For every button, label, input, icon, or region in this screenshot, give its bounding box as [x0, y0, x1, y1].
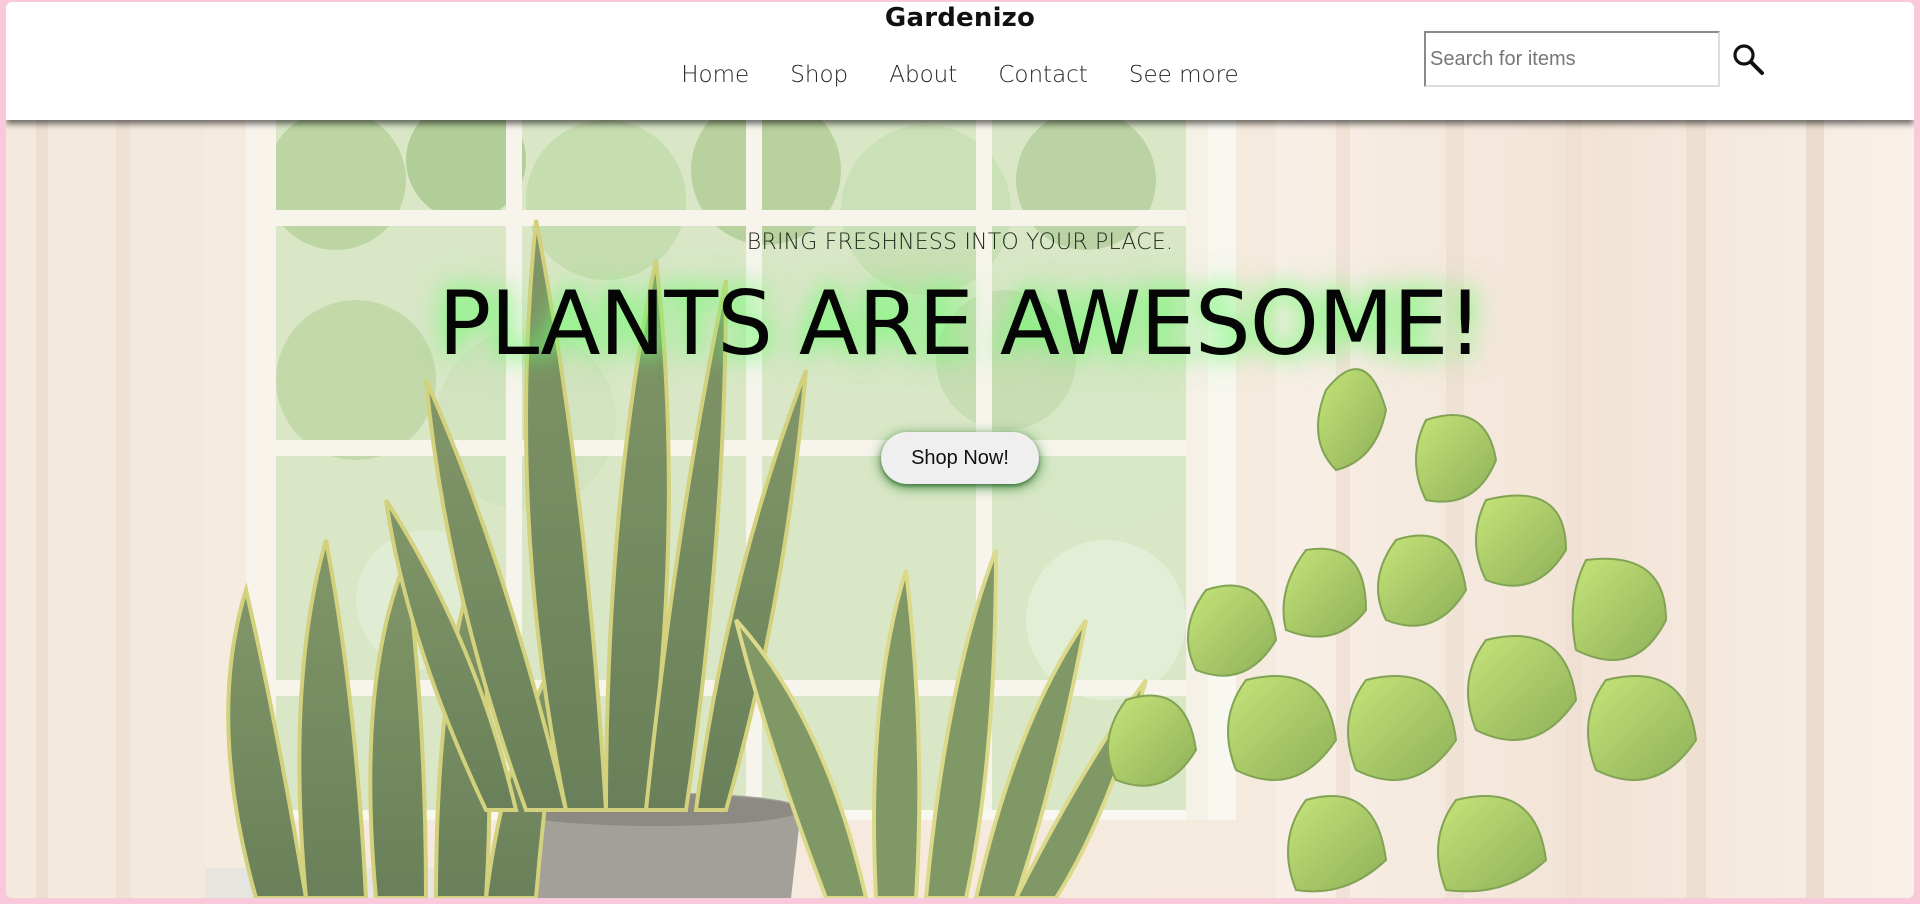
- brand-logo[interactable]: Gardenizo: [6, 2, 1914, 34]
- search-bar: [1424, 31, 1764, 87]
- hero-section: BRING FRESHNESS INTO YOUR PLACE. PLANTS …: [6, 120, 1914, 898]
- nav-shop[interactable]: Shop: [790, 62, 848, 88]
- nav-home[interactable]: Home: [681, 62, 749, 88]
- nav-about[interactable]: About: [889, 62, 957, 88]
- page-frame: Gardenizo Home Shop About Contact See mo…: [6, 2, 1914, 898]
- nav-see-more[interactable]: See more: [1129, 62, 1239, 88]
- nav-contact[interactable]: Contact: [998, 62, 1087, 88]
- shop-now-button[interactable]: Shop Now!: [881, 432, 1039, 484]
- hero-tagline: BRING FRESHNESS INTO YOUR PLACE.: [746, 230, 1174, 255]
- hero-headline: PLANTS ARE AWESOME!: [438, 272, 1483, 375]
- site-header: Gardenizo Home Shop About Contact See mo…: [6, 2, 1914, 120]
- search-input[interactable]: [1424, 31, 1720, 87]
- search-icon[interactable]: [1730, 41, 1766, 77]
